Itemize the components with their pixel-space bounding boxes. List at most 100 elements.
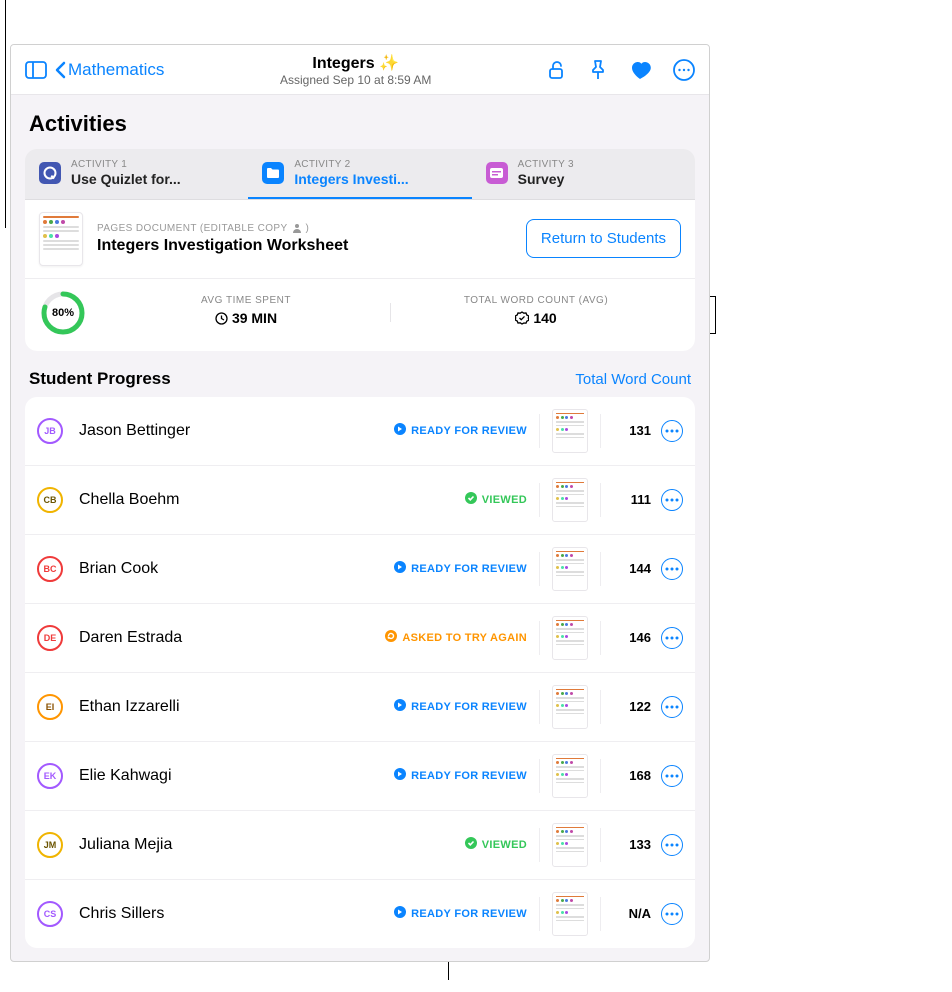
document-thumbnail[interactable] bbox=[39, 212, 83, 266]
back-button[interactable]: Mathematics bbox=[55, 60, 164, 80]
status-icon bbox=[394, 423, 406, 438]
student-avatar: BC bbox=[37, 556, 63, 582]
student-avatar: CB bbox=[37, 487, 63, 513]
student-word-count: 144 bbox=[613, 561, 651, 576]
submission-thumbnail[interactable] bbox=[552, 892, 588, 936]
sidebar-toggle-icon[interactable] bbox=[25, 61, 47, 79]
tab-activity-1[interactable]: ACTIVITY 1 Use Quizlet for... bbox=[25, 149, 248, 199]
tab-eyebrow: ACTIVITY 1 bbox=[71, 159, 181, 171]
student-row[interactable]: DE Daren Estrada ASKED TO TRY AGAIN 146 bbox=[25, 603, 695, 672]
row-more-button[interactable] bbox=[661, 834, 683, 856]
student-avatar: EI bbox=[37, 694, 63, 720]
divider bbox=[539, 690, 540, 724]
divider bbox=[600, 690, 601, 724]
row-more-button[interactable] bbox=[661, 489, 683, 511]
student-word-count: N/A bbox=[613, 906, 651, 921]
student-row[interactable]: JB Jason Bettinger READY FOR REVIEW 131 bbox=[25, 397, 695, 465]
status-icon bbox=[394, 561, 406, 576]
student-row[interactable]: JM Juliana Mejia VIEWED 133 bbox=[25, 810, 695, 879]
student-name: Brian Cook bbox=[79, 560, 394, 578]
submission-thumbnail[interactable] bbox=[552, 823, 588, 867]
submission-thumbnail[interactable] bbox=[552, 547, 588, 591]
divider bbox=[600, 552, 601, 586]
student-row[interactable]: EI Ethan Izzarelli READY FOR REVIEW 122 bbox=[25, 672, 695, 741]
student-name: Chella Boehm bbox=[79, 491, 465, 509]
student-word-count: 133 bbox=[613, 837, 651, 852]
row-more-button[interactable] bbox=[661, 903, 683, 925]
page-subtitle: Assigned Sep 10 at 8:59 AM bbox=[164, 73, 547, 87]
activities-card: ACTIVITY 1 Use Quizlet for... ACTIVITY 2… bbox=[25, 149, 695, 351]
divider bbox=[600, 759, 601, 793]
stats-bar: 80% AVG TIME SPENT 39 MIN TOTAL WORD COU… bbox=[25, 278, 695, 351]
tab-title: Integers Investi... bbox=[294, 171, 408, 187]
heart-icon[interactable] bbox=[629, 60, 651, 80]
submission-status: READY FOR REVIEW bbox=[394, 906, 527, 921]
badge-icon bbox=[515, 311, 529, 325]
student-row[interactable]: BC Brian Cook READY FOR REVIEW 144 bbox=[25, 534, 695, 603]
divider bbox=[539, 414, 540, 448]
row-more-button[interactable] bbox=[661, 696, 683, 718]
divider bbox=[539, 828, 540, 862]
page-title: Integers ✨ bbox=[164, 53, 547, 73]
quizlet-icon bbox=[39, 162, 61, 184]
sort-filter-link[interactable]: Total Word Count bbox=[575, 371, 691, 388]
divider bbox=[539, 759, 540, 793]
tab-title: Survey bbox=[518, 171, 574, 187]
divider bbox=[539, 483, 540, 517]
submission-thumbnail[interactable] bbox=[552, 616, 588, 660]
student-avatar: DE bbox=[37, 625, 63, 651]
row-more-button[interactable] bbox=[661, 765, 683, 787]
section-heading: Activities bbox=[11, 95, 709, 143]
clock-icon bbox=[215, 312, 228, 325]
submission-status: VIEWED bbox=[465, 837, 527, 852]
submission-status: READY FOR REVIEW bbox=[394, 768, 527, 783]
student-row[interactable]: CB Chella Boehm VIEWED 111 bbox=[25, 465, 695, 534]
student-word-count: 111 bbox=[613, 492, 651, 507]
submission-status: ASKED TO TRY AGAIN bbox=[385, 630, 527, 645]
word-count-label: TOTAL WORD COUNT (AVG) bbox=[391, 295, 681, 306]
toolbar: Mathematics Integers ✨ Assigned Sep 10 a… bbox=[11, 45, 709, 95]
divider bbox=[600, 414, 601, 448]
row-more-button[interactable] bbox=[661, 558, 683, 580]
divider bbox=[539, 897, 540, 931]
submission-thumbnail[interactable] bbox=[552, 685, 588, 729]
tab-activity-2[interactable]: ACTIVITY 2 Integers Investi... bbox=[248, 149, 471, 199]
student-word-count: 122 bbox=[613, 699, 651, 714]
student-name: Chris Sillers bbox=[79, 905, 394, 923]
submission-thumbnail[interactable] bbox=[552, 409, 588, 453]
document-title: Integers Investigation Worksheet bbox=[97, 237, 512, 255]
student-word-count: 131 bbox=[613, 423, 651, 438]
submission-status: READY FOR REVIEW bbox=[394, 423, 527, 438]
word-count-value: 140 bbox=[515, 310, 556, 326]
tab-title: Use Quizlet for... bbox=[71, 171, 181, 187]
row-more-button[interactable] bbox=[661, 420, 683, 442]
lock-icon[interactable] bbox=[547, 60, 567, 80]
student-avatar: EK bbox=[37, 763, 63, 789]
submission-status: VIEWED bbox=[465, 492, 527, 507]
status-icon bbox=[394, 906, 406, 921]
more-icon[interactable] bbox=[673, 59, 695, 81]
student-name: Daren Estrada bbox=[79, 629, 385, 647]
status-icon bbox=[385, 630, 397, 645]
student-avatar: JM bbox=[37, 832, 63, 858]
submission-status: READY FOR REVIEW bbox=[394, 699, 527, 714]
pin-icon[interactable] bbox=[589, 60, 607, 80]
student-word-count: 146 bbox=[613, 630, 651, 645]
person-icon bbox=[292, 223, 302, 233]
student-row[interactable]: CS Chris Sillers READY FOR REVIEW N/A bbox=[25, 879, 695, 948]
divider bbox=[600, 828, 601, 862]
status-icon bbox=[465, 837, 477, 852]
submission-status: READY FOR REVIEW bbox=[394, 561, 527, 576]
submission-thumbnail[interactable] bbox=[552, 754, 588, 798]
submission-thumbnail[interactable] bbox=[552, 478, 588, 522]
return-to-students-button[interactable]: Return to Students bbox=[526, 219, 681, 258]
divider bbox=[600, 483, 601, 517]
row-more-button[interactable] bbox=[661, 627, 683, 649]
avg-time-value: 39 MIN bbox=[215, 310, 277, 326]
tab-eyebrow: ACTIVITY 2 bbox=[294, 159, 408, 171]
student-name: Jason Bettinger bbox=[79, 422, 394, 440]
document-header: PAGES DOCUMENT (EDITABLE COPY ) Integers… bbox=[25, 200, 695, 278]
student-row[interactable]: EK Elie Kahwagi READY FOR REVIEW 168 bbox=[25, 741, 695, 810]
tab-activity-3[interactable]: ACTIVITY 3 Survey bbox=[472, 149, 695, 199]
student-name: Juliana Mejia bbox=[79, 836, 465, 854]
